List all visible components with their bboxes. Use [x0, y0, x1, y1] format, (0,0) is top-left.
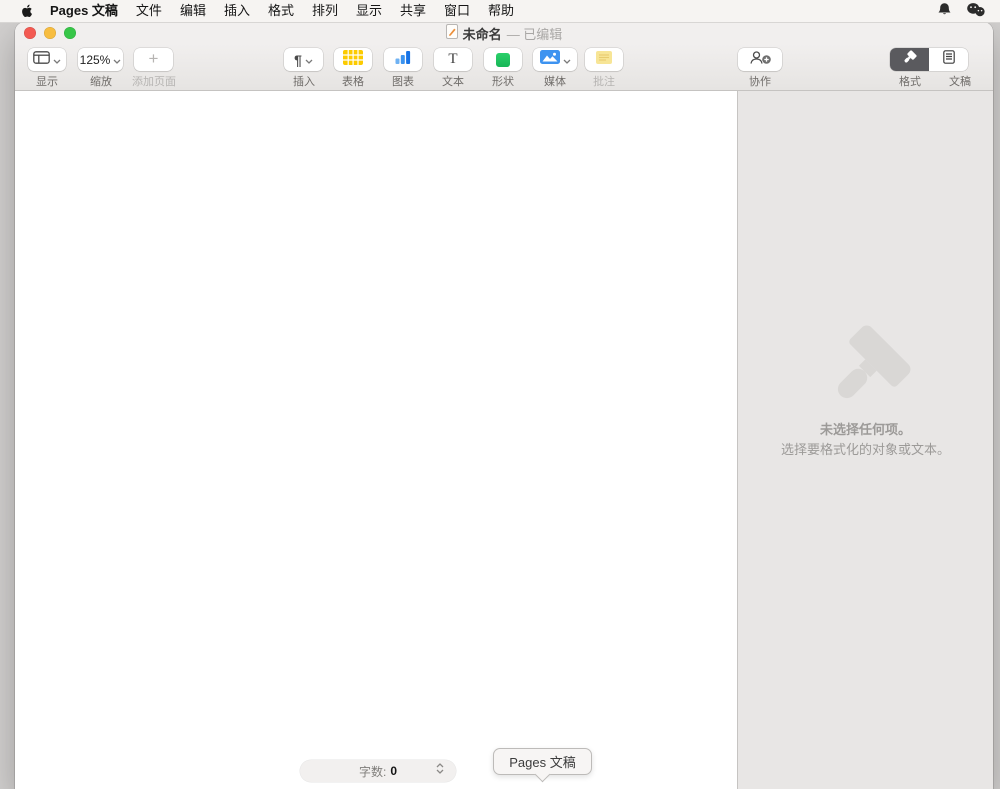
apple-menu-icon[interactable]: [20, 3, 33, 19]
empty-selection-title: 未选择任何项。: [738, 419, 993, 438]
pilcrow-icon: ¶: [294, 53, 302, 67]
menu-bar: Pages 文稿 文件 编辑 插入 格式 排列 显示 共享 窗口 帮助: [0, 0, 1000, 23]
empty-selection-subtitle: 选择要格式化的对象或文本。: [738, 439, 993, 458]
document-inspector-button[interactable]: [929, 48, 968, 71]
comment-button[interactable]: [585, 48, 623, 71]
sidebar-view-icon: [33, 51, 50, 69]
title-bar: 未命名 — 已编辑: [15, 22, 993, 44]
menu-item-format[interactable]: 格式: [259, 0, 303, 22]
zoom-level-value: 125%: [80, 53, 111, 67]
menu-item-file[interactable]: 文件: [127, 0, 171, 22]
collaborate-button[interactable]: [738, 48, 782, 71]
format-inspector-button[interactable]: [890, 48, 929, 71]
media-photo-icon: [540, 50, 560, 69]
document-label: 文稿: [920, 73, 1000, 89]
collaborate-label: 协作: [720, 73, 800, 89]
dock-tooltip-text: Pages 文稿: [509, 752, 575, 771]
comment-note-icon: [596, 51, 612, 69]
toolbar: 显示 125% 缩放 + 添加页面 ¶ 插入: [15, 44, 993, 91]
word-count-stepper[interactable]: [436, 763, 444, 774]
format-inspector-panel: 未选择任何项。 选择要格式化的对象或文本。: [737, 91, 993, 789]
chevron-down-icon: [53, 51, 61, 69]
zoom-window-button[interactable]: [64, 27, 76, 39]
paintbrush-watermark-icon: [738, 322, 993, 418]
chevron-down-icon: [563, 51, 571, 69]
notification-bell-icon[interactable]: [937, 2, 952, 21]
table-icon: [343, 50, 363, 70]
menu-item-arrange[interactable]: 排列: [303, 0, 347, 22]
menu-item-share[interactable]: 共享: [391, 0, 435, 22]
add-page-label: 添加页面: [114, 73, 194, 89]
word-count-pill[interactable]: 字数: 0: [300, 760, 456, 782]
pages-window: 未命名 — 已编辑 显示 125% 缩放: [15, 22, 993, 789]
word-count-label: 字数:: [359, 763, 386, 780]
document-file-icon: [446, 24, 458, 42]
window-title: 未命名: [463, 24, 502, 43]
chevron-down-icon: [305, 51, 313, 69]
menu-item-edit[interactable]: 编辑: [171, 0, 215, 22]
shape-button[interactable]: [484, 48, 522, 71]
table-button[interactable]: [334, 48, 372, 71]
menu-item-view[interactable]: 显示: [347, 0, 391, 22]
chart-button[interactable]: [384, 48, 422, 71]
dock-tooltip: Pages 文稿: [493, 748, 592, 775]
plus-icon: +: [149, 50, 159, 67]
document-canvas[interactable]: [15, 91, 737, 789]
text-icon: T: [448, 52, 457, 67]
collaborate-person-icon: [749, 50, 772, 70]
shape-icon: [496, 53, 510, 67]
media-button[interactable]: [533, 48, 577, 71]
word-count-value: 0: [390, 764, 397, 778]
text-button[interactable]: T: [434, 48, 472, 71]
view-options-button[interactable]: [28, 48, 66, 71]
bar-chart-icon: [395, 50, 411, 69]
comment-label: 批注: [564, 73, 644, 89]
zoom-level-button[interactable]: 125%: [78, 48, 123, 71]
menu-item-window[interactable]: 窗口: [435, 0, 479, 22]
window-edit-status: — 已编辑: [507, 24, 563, 43]
format-brush-icon: [902, 50, 917, 70]
menu-item-insert[interactable]: 插入: [215, 0, 259, 22]
menu-item-pages[interactable]: Pages 文稿: [41, 0, 127, 22]
insert-button[interactable]: ¶: [284, 48, 323, 71]
minimize-button[interactable]: [44, 27, 56, 39]
chevron-down-icon: [113, 51, 121, 69]
inspector-segmented-control: [890, 48, 968, 71]
menu-item-help[interactable]: 帮助: [479, 0, 523, 22]
close-button[interactable]: [24, 27, 36, 39]
add-page-button[interactable]: +: [134, 48, 173, 71]
wechat-icon[interactable]: [966, 2, 986, 20]
document-lines-icon: [943, 50, 955, 69]
